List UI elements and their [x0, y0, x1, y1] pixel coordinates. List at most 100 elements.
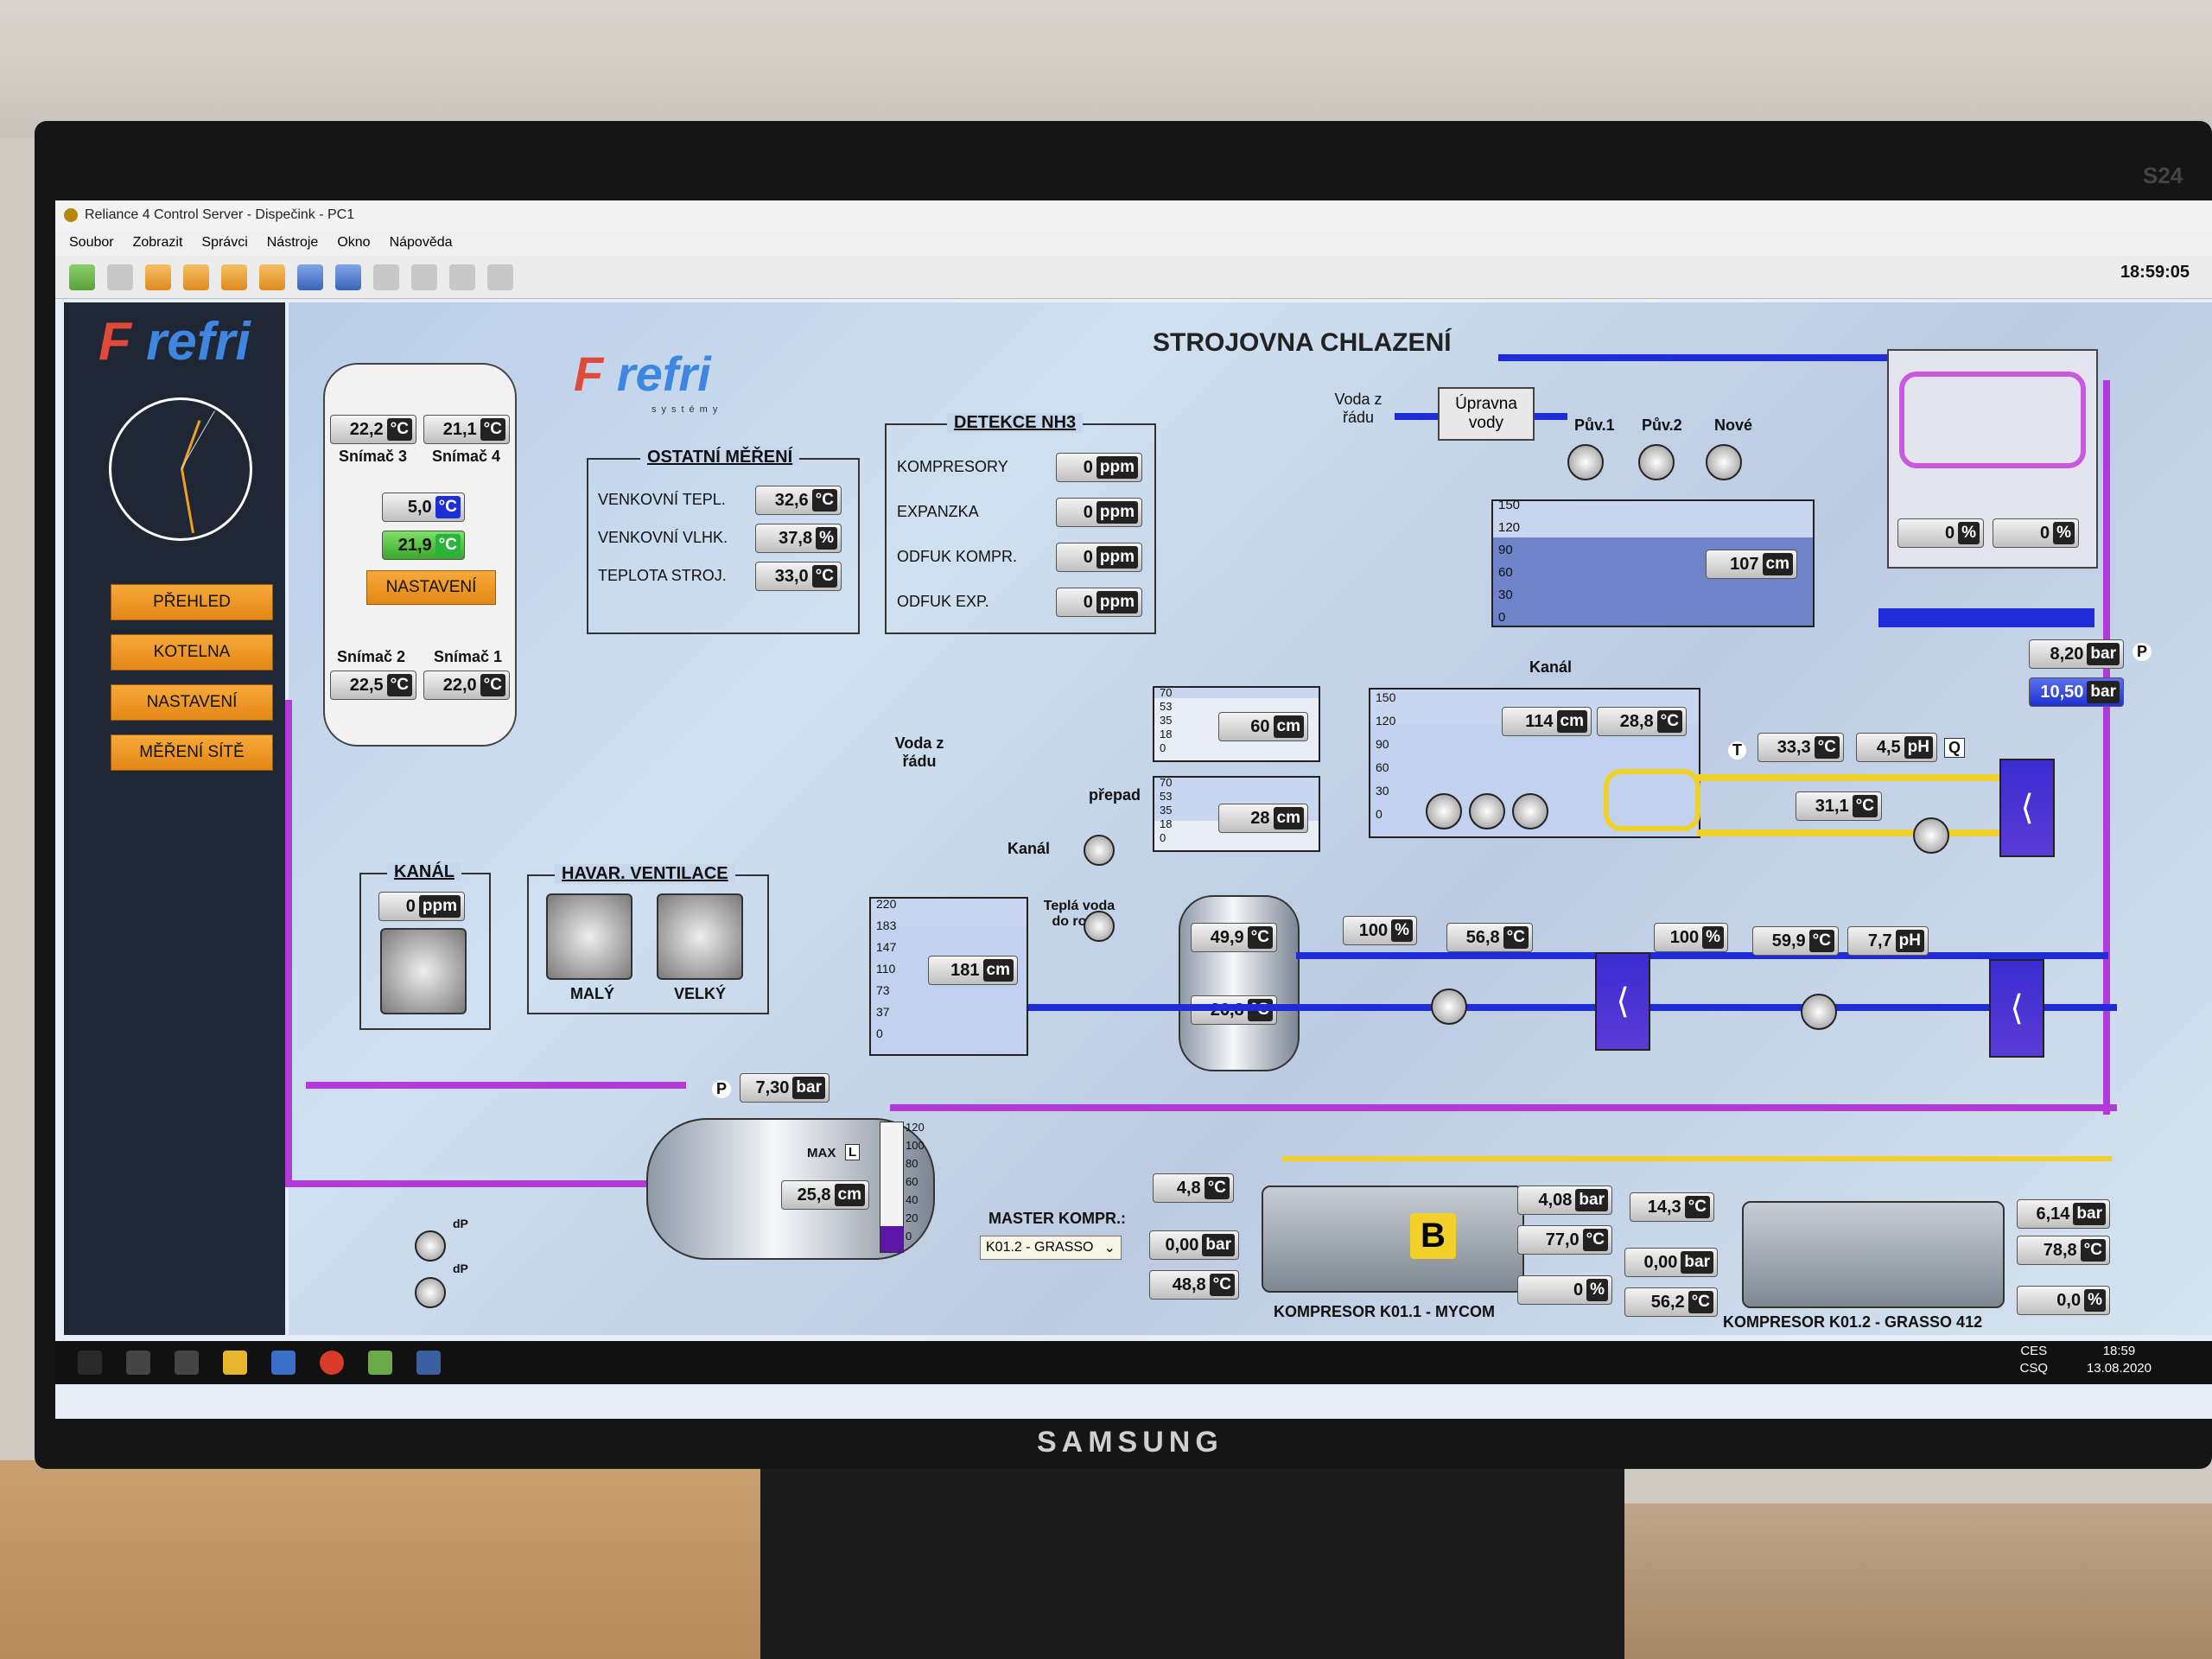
user-login-icon[interactable]: [145, 264, 171, 290]
outdoor-temp-label: VENKOVNÍ TEPL.: [598, 491, 726, 508]
nh3-title: DETEKCE NH3: [947, 413, 1084, 433]
fan-small-icon[interactable]: [546, 893, 632, 980]
water-treatment-box[interactable]: Úpravna vody: [1438, 387, 1535, 441]
settings-icon[interactable]: [487, 264, 513, 290]
canal-pump-icon[interactable]: [1084, 835, 1115, 866]
alarm-ack-icon[interactable]: [259, 264, 285, 290]
master-compressor-select[interactable]: K01.2 - GRASSO ⌄: [980, 1236, 1122, 1260]
forward-icon[interactable]: [107, 264, 133, 290]
pipe-yellow-bottom: [1697, 830, 1999, 836]
pipe-left-mid: [306, 1082, 686, 1089]
receiver-level-value: 25,8 cm: [781, 1180, 869, 1210]
canal-fan-icon[interactable]: [380, 928, 467, 1014]
mid-temp-2: 59,9 °C: [1752, 926, 1839, 956]
pipe-yellow-compr: [1282, 1156, 2112, 1161]
reliance-icon[interactable]: [368, 1351, 392, 1375]
chart-icon[interactable]: [297, 264, 323, 290]
heat-exchanger-right-icon: ⟨: [1999, 759, 2055, 857]
mid-pump-2-icon[interactable]: [1801, 994, 1837, 1030]
upper-tank-2-level: 28 cm: [1218, 804, 1308, 833]
menu-spravci[interactable]: Správci: [201, 235, 247, 251]
minute-hand: [181, 468, 195, 534]
task-view-icon[interactable]: [175, 1351, 199, 1375]
compressor-k2-icon[interactable]: [1742, 1201, 2005, 1308]
nav-kotelna-button[interactable]: KOTELNA: [111, 634, 273, 671]
menu-okno[interactable]: Okno: [337, 235, 370, 251]
screen: Reliance 4 Control Server - Dispečink - …: [55, 200, 2212, 1419]
pipe-left-bottom: [285, 1180, 700, 1187]
filter-pump-1-icon[interactable]: [415, 1230, 446, 1262]
taskbar-language[interactable]: CES CSQ: [2019, 1343, 2048, 1377]
tower-pressure-2: 10,50 bar: [2029, 677, 2124, 707]
canal-coil-icon: [1604, 769, 1700, 831]
search-icon[interactable]: [126, 1351, 150, 1375]
right-loop-temp-1: 33,3 °C: [1758, 733, 1844, 762]
file-explorer-icon[interactable]: [223, 1351, 247, 1375]
hot-water-pump-icon[interactable]: [1084, 911, 1115, 942]
menu-soubor[interactable]: Soubor: [69, 235, 114, 251]
right-loop-temp-2: 31,1 °C: [1796, 791, 1882, 821]
user-logout-icon[interactable]: [183, 264, 209, 290]
nav-mereni-site-button[interactable]: MĚŘENÍ SÍTĚ: [111, 734, 273, 771]
tower-p-tag: P: [2133, 643, 2152, 661]
menu-nastroje[interactable]: Nástroje: [267, 235, 319, 251]
k1-left-2: 48,8 °C: [1149, 1270, 1239, 1300]
reliance-server-icon[interactable]: [416, 1351, 441, 1375]
compressor-k1-icon[interactable]: B: [1262, 1185, 1524, 1293]
fan-large-icon[interactable]: [657, 893, 743, 980]
k2-name: KOMPRESOR K01.2 - GRASSO 412: [1723, 1313, 1983, 1331]
save-icon[interactable]: [271, 1351, 296, 1375]
right-loop-ph: 4,5 pH: [1856, 733, 1937, 762]
mid-valve-2-value: 100%: [1654, 923, 1728, 952]
menu-zobrazit[interactable]: Zobrazit: [133, 235, 183, 251]
outdoor-humidity-label: VENKOVNÍ VLHK.: [598, 529, 728, 546]
page-title: STROJOVNA CHLAZENÍ: [1153, 328, 1452, 357]
canal-pump-1-icon[interactable]: [1426, 793, 1462, 830]
nav-prehled-button[interactable]: PŘEHLED: [111, 584, 273, 620]
right-loop-q-tag: Q: [1944, 738, 1966, 758]
pipe-top: [1498, 354, 1896, 361]
rink-settings-button[interactable]: NASTAVENÍ: [366, 570, 496, 605]
canal-pump-2-icon[interactable]: [1469, 793, 1505, 830]
dp-tag-1: dP: [453, 1217, 468, 1230]
nh3-vent-compr-label: ODFUK KOMPR.: [897, 548, 1018, 565]
canal-tank-scale: 150 120 90 60 30 0: [1376, 690, 1396, 821]
nh3-vent-exp-value: 0 ppm: [1056, 588, 1142, 617]
hot-water-scale: 220 183 147 110 73 37 0: [876, 897, 897, 1040]
canal-tank-label: Kanál: [1529, 658, 1573, 676]
desk-left: [0, 1460, 760, 1659]
tower-fan1-value: 0%: [1897, 518, 1984, 548]
database-icon[interactable]: [335, 264, 361, 290]
compressor-k1-badge: B: [1410, 1213, 1456, 1259]
right-loop-t-tag: T: [1728, 741, 1746, 760]
k1-right-2: 0%: [1517, 1275, 1612, 1305]
mid-pump-1-icon[interactable]: [1431, 988, 1467, 1025]
print-icon[interactable]: [373, 264, 399, 290]
toolbar: [55, 256, 2212, 299]
k1-right-0: 4,08 bar: [1517, 1185, 1612, 1215]
right-loop-pump-icon[interactable]: [1913, 817, 1949, 854]
taskbar-clock[interactable]: 18:59 13.08.2020: [2087, 1343, 2152, 1377]
chrome-icon[interactable]: [320, 1351, 344, 1375]
canal-pump-3-icon[interactable]: [1512, 793, 1548, 830]
menu-napoveda[interactable]: Nápověda: [390, 235, 453, 251]
alarm-list-icon[interactable]: [221, 264, 247, 290]
start-icon[interactable]: [78, 1351, 102, 1375]
pump-nove-icon[interactable]: [1706, 444, 1742, 480]
nav-nastaveni-button[interactable]: NASTAVENÍ: [111, 684, 273, 721]
scada-main: STROJOVNA CHLAZENÍ F refri systémy 22,2 °…: [285, 302, 2212, 1335]
export-icon[interactable]: [411, 264, 437, 290]
window-title: Reliance 4 Control Server - Dispečink - …: [85, 207, 355, 222]
window-titlebar: Reliance 4 Control Server - Dispečink - …: [55, 200, 2212, 230]
pump-puv1-icon[interactable]: [1567, 444, 1604, 480]
nh3-compressors-value: 0 ppm: [1056, 453, 1142, 482]
nh3-expansion-value: 0 ppm: [1056, 498, 1142, 527]
back-icon[interactable]: [69, 264, 95, 290]
receiver-p-tag: P: [712, 1080, 732, 1098]
filter-pump-2-icon[interactable]: [415, 1277, 446, 1308]
canal-panel-value: 0 ppm: [378, 892, 465, 921]
mid-valve-1-value: 100%: [1343, 916, 1417, 945]
k1-left-0: 4,8 °C: [1153, 1173, 1234, 1203]
tools-icon[interactable]: [449, 264, 475, 290]
pump-puv2-icon[interactable]: [1638, 444, 1675, 480]
